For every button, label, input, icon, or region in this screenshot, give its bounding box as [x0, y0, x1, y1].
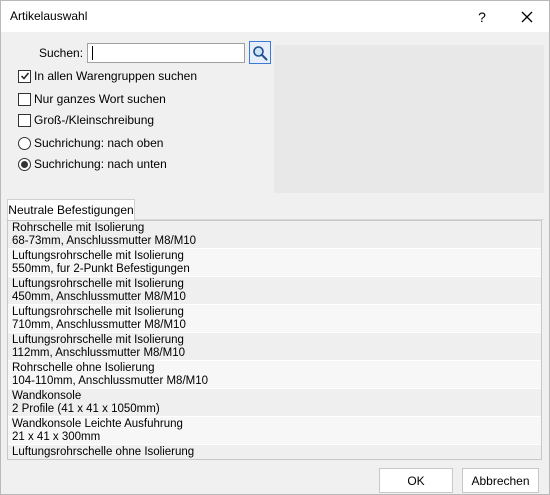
item-title: Wandkonsole Leichte Ausfuhrung [12, 418, 183, 430]
window-title: Artikelauswahl [10, 9, 88, 23]
close-button[interactable] [510, 1, 544, 32]
case-sensitive-checkbox[interactable]: Groß-/Kleinschreibung [18, 112, 154, 128]
close-icon [521, 11, 533, 22]
cancel-button[interactable]: Abbrechen [462, 468, 539, 493]
item-detail: 710mm, Anschlussmutter M8/M10 [12, 319, 186, 331]
list-item[interactable]: Luftungsrohrschelle mit Isolierung 710mm… [8, 305, 541, 333]
direction-up-label: Suchrichung: nach oben [34, 136, 164, 150]
list-item[interactable]: Luftungsrohrschelle ohne Isolierung [8, 445, 541, 459]
ok-button[interactable]: OK [379, 468, 453, 493]
item-detail: 68-73mm, Anschlussmutter M8/M10 [12, 235, 197, 247]
search-input[interactable] [87, 43, 245, 63]
case-sensitive-label: Groß-/Kleinschreibung [34, 113, 155, 127]
item-detail: 104-110mm, Anschlussmutter M8/M10 [12, 375, 209, 387]
help-button[interactable]: ? [471, 1, 493, 32]
item-title: Wandkonsole [12, 390, 82, 402]
item-title: Luftungsrohrschelle ohne Isolierung [12, 446, 195, 458]
preview-panel [274, 45, 544, 193]
direction-up-radio[interactable]: Suchrichung: nach oben [18, 135, 163, 151]
item-title: Luftungsrohrschelle mit Isolierung [12, 334, 184, 346]
text-cursor [92, 46, 93, 60]
article-list[interactable]: Rohrschelle mit Isolierung 68-73mm, Ansc… [7, 220, 542, 460]
list-item[interactable]: Rohrschelle ohne Isolierung 104-110mm, A… [8, 361, 541, 389]
radio-dot [21, 160, 28, 168]
list-item[interactable]: Wandkonsole Leichte Ausfuhrung 21 x 41 x… [8, 417, 541, 445]
all-groups-label: In allen Warengruppen suchen [34, 69, 197, 83]
whole-word-checkbox[interactable]: Nur ganzes Wort suchen [18, 91, 166, 107]
whole-word-label: Nur ganzes Wort suchen [34, 92, 166, 106]
list-item[interactable]: Luftungsrohrschelle mit Isolierung 550mm… [8, 249, 541, 277]
title-bar: Artikelauswahl ? [1, 1, 549, 32]
item-detail: 21 x 41 x 300mm [12, 431, 101, 443]
list-item[interactable]: Wandkonsole 2 Profile (41 x 41 x 1050mm) [8, 389, 541, 417]
item-title: Rohrschelle ohne Isolierung [12, 362, 155, 374]
list-item[interactable]: Luftungsrohrschelle mit Isolierung 450mm… [8, 277, 541, 305]
search-icon [253, 45, 268, 60]
item-detail: 112mm, Anschlussmutter M8/M10 [12, 347, 185, 359]
tab-neutral-fastenings[interactable]: Neutrale Befestigungen [7, 199, 135, 220]
search-label: Suchen: [39, 46, 84, 60]
radio-circle [18, 157, 31, 171]
check-icon [20, 72, 29, 80]
list-item[interactable]: Rohrschelle mit Isolierung 68-73mm, Ansc… [8, 221, 541, 249]
item-detail: 450mm, Anschlussmutter M8/M10 [12, 291, 186, 303]
item-detail: 550mm, fur 2-Punkt Befestigungen [12, 263, 190, 275]
item-title: Rohrschelle mit Isolierung [12, 222, 145, 234]
item-title: Luftungsrohrschelle mit Isolierung [12, 278, 184, 290]
checkbox-box [18, 113, 31, 127]
radio-circle [18, 136, 31, 150]
all-groups-checkbox[interactable]: In allen Warengruppen suchen [18, 68, 197, 84]
dialog-window: Artikelauswahl ? Suchen: In allen Wareng… [0, 0, 550, 495]
direction-down-radio[interactable]: Suchrichung: nach unten [18, 156, 167, 172]
search-button[interactable] [249, 41, 271, 64]
checkbox-box [18, 92, 31, 106]
item-detail: 2 Profile (41 x 41 x 1050mm) [12, 403, 160, 415]
list-item[interactable]: Luftungsrohrschelle mit Isolierung 112mm… [8, 333, 541, 361]
item-title: Luftungsrohrschelle mit Isolierung [12, 306, 184, 318]
direction-down-label: Suchrichung: nach unten [34, 157, 167, 171]
item-title: Luftungsrohrschelle mit Isolierung [12, 250, 184, 262]
checkbox-box [18, 69, 31, 83]
